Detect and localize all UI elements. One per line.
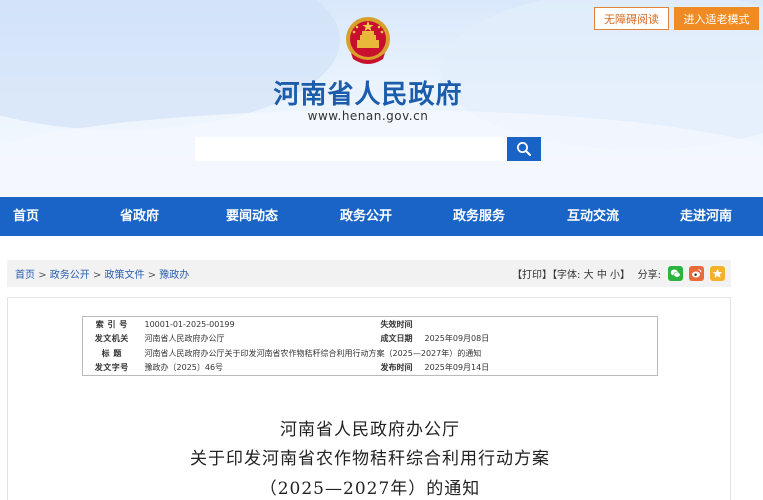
nav-item-gov-services[interactable]: 政务服务 bbox=[453, 197, 505, 236]
nav-item-news[interactable]: 要闻动态 bbox=[226, 197, 278, 236]
breadcrumb-separator: > bbox=[147, 270, 157, 281]
breadcrumb-separator: > bbox=[38, 270, 47, 281]
nav-item-provincial-government[interactable]: 省政府 bbox=[120, 197, 159, 236]
main-nav: 首页 省政府 要闻动态 政务公开 政务服务 互动交流 走进河南 bbox=[0, 197, 763, 236]
nav-item-about-henan[interactable]: 走进河南 bbox=[680, 197, 732, 236]
accessibility-button[interactable]: 无障碍阅读 bbox=[594, 7, 669, 30]
breadcrumb-bar: 首页 > 政务公开 > 政策文件 > 豫政办 【打印】【字体: 大 中 小】 分… bbox=[7, 260, 731, 287]
breadcrumb-gov-affairs-open[interactable]: 政务公开 bbox=[50, 270, 90, 281]
nav-item-gov-affairs-open[interactable]: 政务公开 bbox=[340, 197, 392, 236]
breadcrumb-separator: > bbox=[92, 270, 102, 281]
breadcrumb-home[interactable]: 首页 bbox=[15, 270, 35, 281]
font-medium-button[interactable]: 中 bbox=[597, 270, 607, 281]
document-number-label: 发文字号 bbox=[94, 363, 129, 373]
search-icon bbox=[517, 142, 531, 156]
issuer-label: 发文机关 bbox=[94, 334, 129, 344]
document-metadata-table: 索 引 号 10001-01-2025-00199 失效时间 发文机关 河南省人… bbox=[82, 316, 658, 376]
font-size-label: 【字体: bbox=[552, 270, 581, 281]
share-label: 分享: bbox=[637, 270, 661, 281]
expire-time-value bbox=[423, 317, 658, 332]
weibo-share-button[interactable] bbox=[689, 266, 704, 281]
site-header: 无障碍阅读 进入适老模式 河南省人民政府 www.henan.gov.cn bbox=[0, 0, 763, 197]
favorite-share-button[interactable] bbox=[710, 266, 725, 281]
document-title-line-3: （2025—2027年）的通知 bbox=[259, 479, 481, 499]
publish-time-label: 发布时间 bbox=[380, 363, 413, 373]
site-title: 河南省人民政府 bbox=[273, 80, 463, 110]
search-input[interactable] bbox=[195, 137, 507, 161]
publish-time-value: 2025年09月14日 bbox=[424, 363, 490, 373]
index-number-value: 10001-01-2025-00199 bbox=[144, 319, 235, 329]
star-icon bbox=[712, 268, 723, 278]
font-size-close: 】 bbox=[620, 270, 630, 281]
expire-time-label: 失效时间 bbox=[380, 319, 413, 329]
elder-mode-button[interactable]: 进入适老模式 bbox=[674, 7, 759, 30]
title-label: 标 题 bbox=[101, 348, 122, 358]
document-number-value: 豫政办〔2025〕46号 bbox=[144, 363, 224, 373]
breadcrumb: 首页 > 政务公开 > 政策文件 > 豫政办 bbox=[15, 266, 189, 281]
wechat-icon bbox=[670, 269, 681, 278]
weibo-icon bbox=[692, 269, 702, 278]
document-title-line-2: 关于印发河南省农作物秸秆综合利用行动方案 bbox=[190, 449, 550, 469]
font-small-button[interactable]: 小 bbox=[610, 270, 620, 281]
index-number-label: 索 引 号 bbox=[95, 319, 128, 329]
nav-item-home[interactable]: 首页 bbox=[13, 197, 39, 236]
title-value: 河南省人民政府办公厅关于印发河南省农作物秸秆综合利用行动方案（2025—2027… bbox=[144, 348, 482, 358]
site-url: www.henan.gov.cn bbox=[307, 109, 429, 123]
national-emblem-icon bbox=[346, 17, 390, 64]
article-content: 索 引 号 10001-01-2025-00199 失效时间 发文机关 河南省人… bbox=[7, 297, 731, 500]
written-date-label: 成文日期 bbox=[380, 334, 413, 344]
breadcrumb-policy-documents[interactable]: 政策文件 bbox=[105, 270, 145, 281]
issuer-value: 河南省人民政府办公厅 bbox=[144, 334, 225, 344]
search-button[interactable] bbox=[507, 137, 541, 161]
breadcrumb-yuzhengban[interactable]: 豫政办 bbox=[159, 270, 189, 281]
written-date-value: 2025年09月08日 bbox=[424, 334, 490, 344]
print-button[interactable]: 【打印】 bbox=[512, 270, 552, 281]
wechat-share-button[interactable] bbox=[668, 266, 683, 281]
document-title-line-1: 河南省人民政府办公厅 bbox=[280, 420, 460, 440]
font-large-button[interactable]: 大 bbox=[584, 270, 594, 281]
nav-item-interaction[interactable]: 互动交流 bbox=[567, 197, 619, 236]
page-tools: 【打印】【字体: 大 中 小】 bbox=[512, 266, 630, 281]
